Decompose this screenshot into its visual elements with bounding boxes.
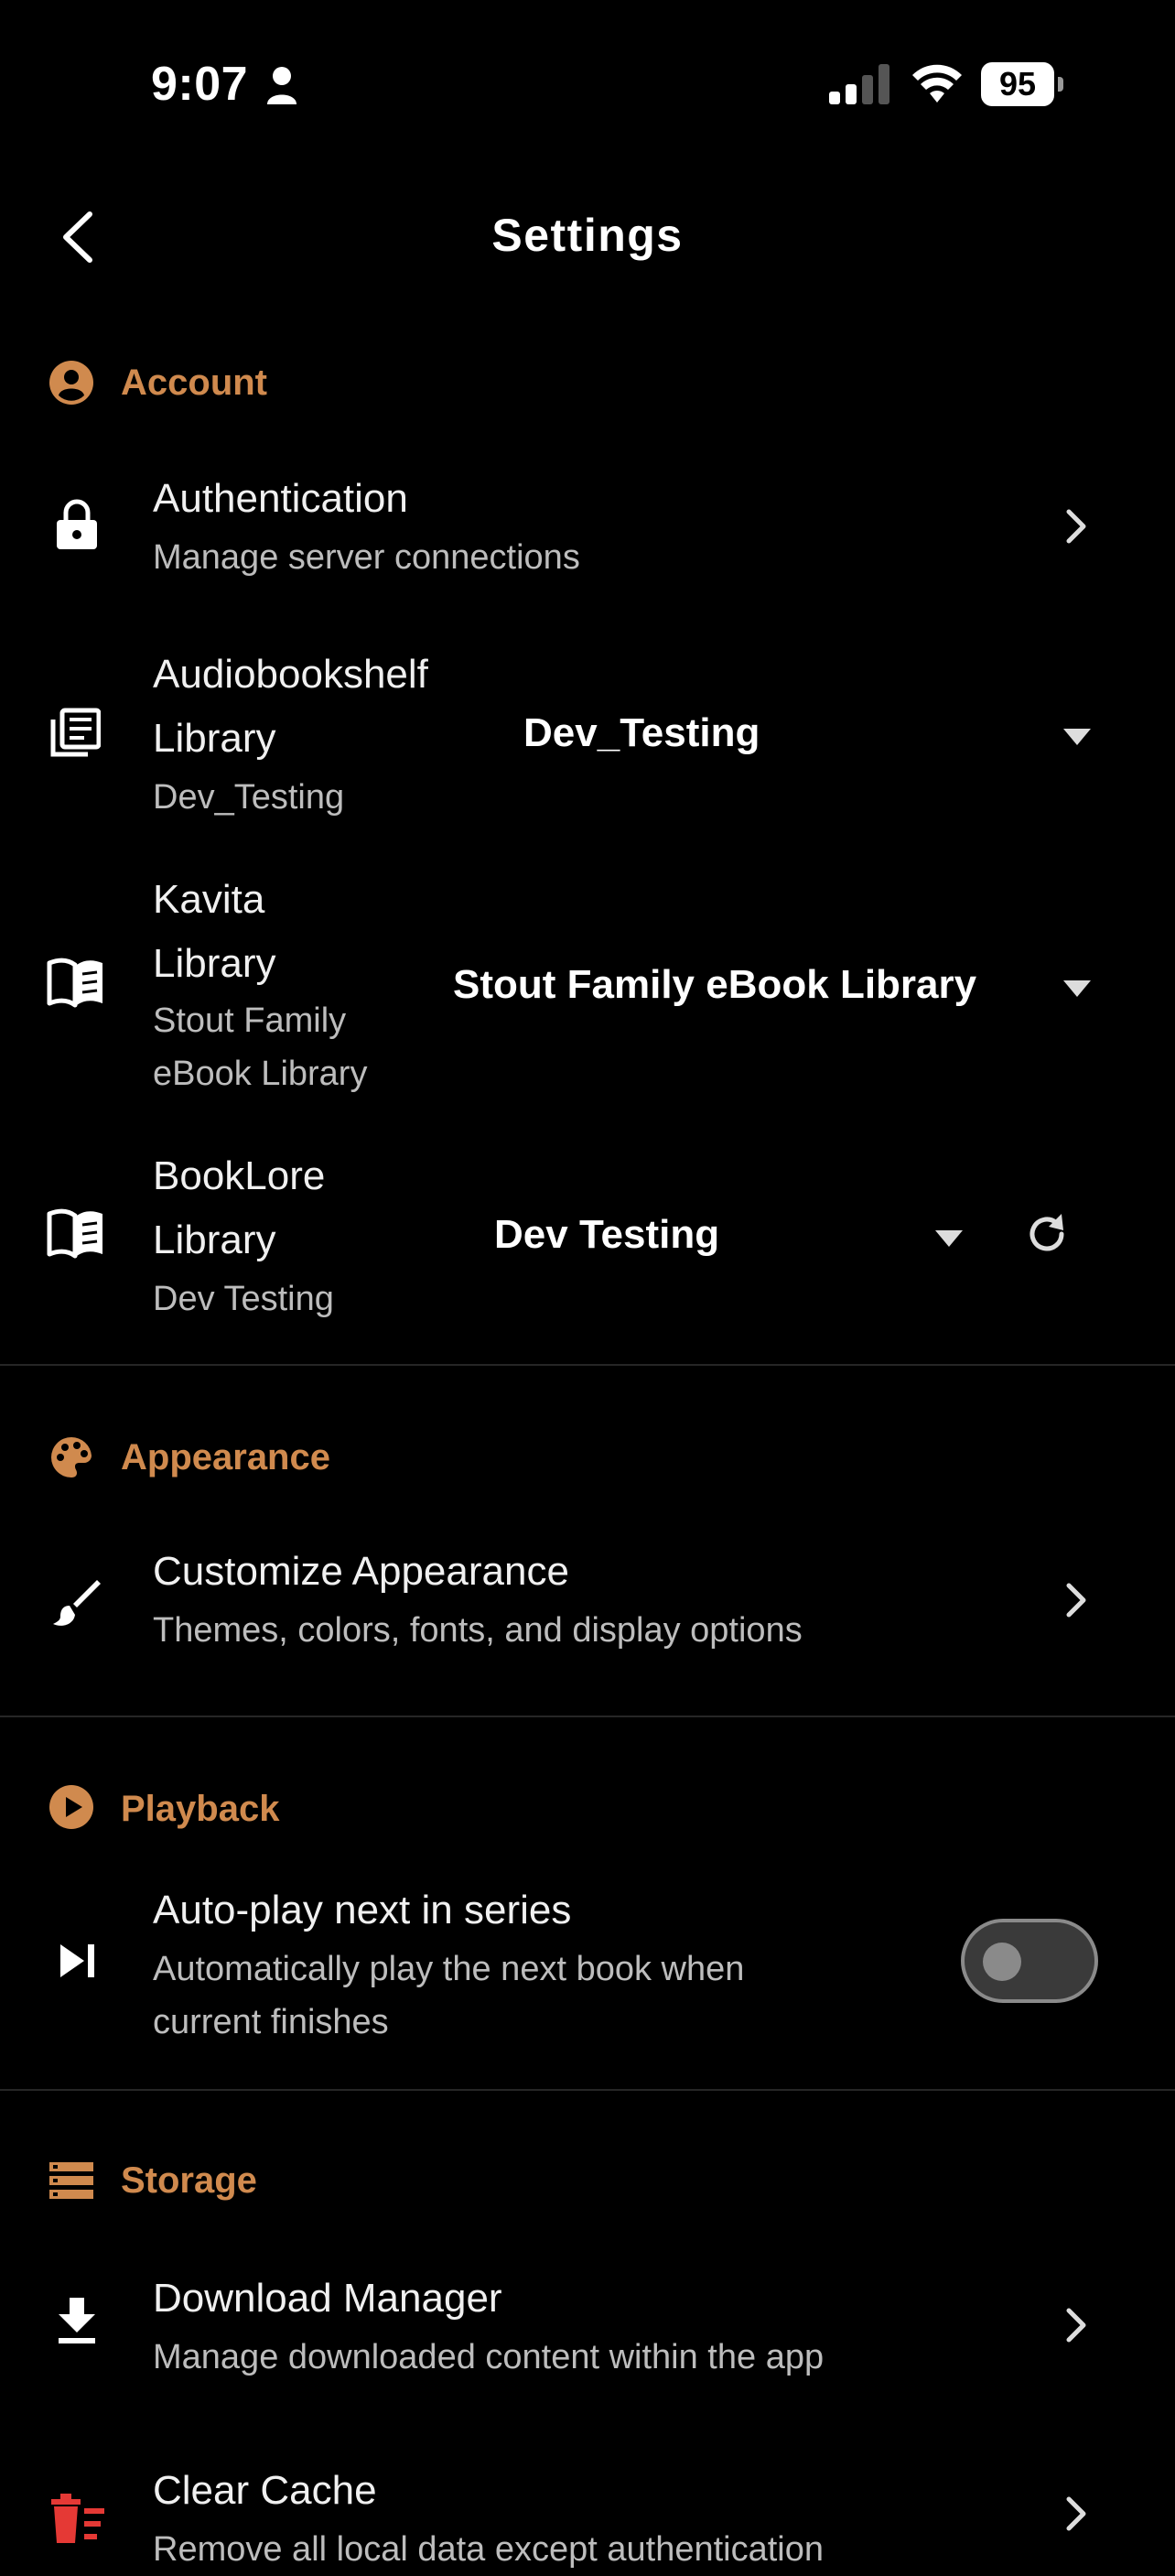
book-open-icon [47, 958, 102, 1008]
kavita-selected-value: Stout Family eBook Library [453, 962, 977, 1007]
kavita-subtitle: Stout Family [153, 1001, 347, 1040]
book-open-icon [47, 1208, 102, 1259]
kavita-subtitle-line2: eBook Library [153, 1055, 368, 1093]
booklore-title-line2: Library [153, 1218, 276, 1262]
booklore-title: BookLore [153, 1153, 326, 1198]
clear-cache-title: Clear Cache [153, 2468, 377, 2513]
signal-icon [829, 64, 889, 104]
section-divider [0, 1716, 1175, 1717]
kavita-library-dropdown[interactable]: Stout Family eBook Library [439, 947, 1098, 1030]
lock-icon [57, 499, 97, 549]
battery-icon: 95 [981, 62, 1065, 108]
chevron-right-icon [1066, 2496, 1086, 2531]
palette-icon [51, 1436, 92, 1477]
page-title: Settings [491, 210, 684, 261]
audiobookshelf-title: Audiobookshelf [153, 652, 428, 697]
section-label-appearance: Appearance [121, 1437, 330, 1477]
kavita-title-line2: Library [153, 941, 276, 986]
download-icon [59, 2298, 95, 2343]
autoplay-subtitle-line2: current finishes [153, 2003, 389, 2041]
authentication-title: Authentication [153, 476, 408, 521]
delete-sweep-icon [51, 2494, 104, 2543]
caret-down-icon [1063, 729, 1091, 745]
chevron-right-icon [1066, 1583, 1086, 1618]
booklore-library-dropdown[interactable]: Dev Testing [476, 1197, 988, 1280]
kavita-title: Kavita [153, 877, 265, 922]
clear-cache-subtitle: Remove all local data except authenticat… [153, 2530, 825, 2569]
autoplay-title: Auto-play next in series [153, 1888, 572, 1932]
autoplay-subtitle: Automatically play the next book when [153, 1950, 745, 1988]
booklore-subtitle: Dev Testing [153, 1280, 334, 1318]
refresh-icon[interactable] [1025, 1212, 1069, 1256]
play-circle-icon [49, 1785, 93, 1829]
account-icon [49, 361, 93, 405]
battery-level: 95 [981, 62, 1054, 106]
booklore-selected-value: Dev Testing [494, 1212, 720, 1257]
section-label-storage: Storage [121, 2160, 257, 2201]
section-divider [0, 2089, 1175, 2091]
audiobookshelf-selected-value: Dev_Testing [523, 710, 760, 755]
authentication-subtitle: Manage server connections [153, 538, 580, 577]
download-manager-subtitle: Manage downloaded content within the app [153, 2338, 825, 2376]
section-divider [0, 1364, 1175, 1366]
caret-down-icon [1063, 980, 1091, 997]
status-time: 9:07 [151, 58, 249, 111]
audiobookshelf-library-dropdown[interactable]: Dev_Testing [494, 696, 1098, 778]
chevron-right-icon [1066, 2308, 1086, 2343]
download-manager-title: Download Manager [153, 2276, 502, 2321]
section-label-account: Account [121, 363, 267, 403]
skip-next-icon [60, 1944, 94, 1977]
storage-icon [49, 2162, 93, 2199]
toggle-knob [983, 1943, 1021, 1981]
library-icon [50, 708, 101, 757]
autoplay-toggle[interactable] [961, 1919, 1098, 2003]
customize-appearance-subtitle: Themes, colors, fonts, and display optio… [153, 1611, 803, 1650]
caret-down-icon [935, 1230, 963, 1247]
person-icon [267, 67, 296, 104]
brush-icon [53, 1580, 101, 1626]
section-label-playback: Playback [121, 1789, 280, 1829]
chevron-right-icon [1066, 509, 1086, 544]
audiobookshelf-subtitle: Dev_Testing [153, 778, 345, 817]
customize-appearance-title: Customize Appearance [153, 1549, 569, 1594]
audiobookshelf-title-line2: Library [153, 716, 276, 761]
wifi-icon [912, 64, 962, 103]
